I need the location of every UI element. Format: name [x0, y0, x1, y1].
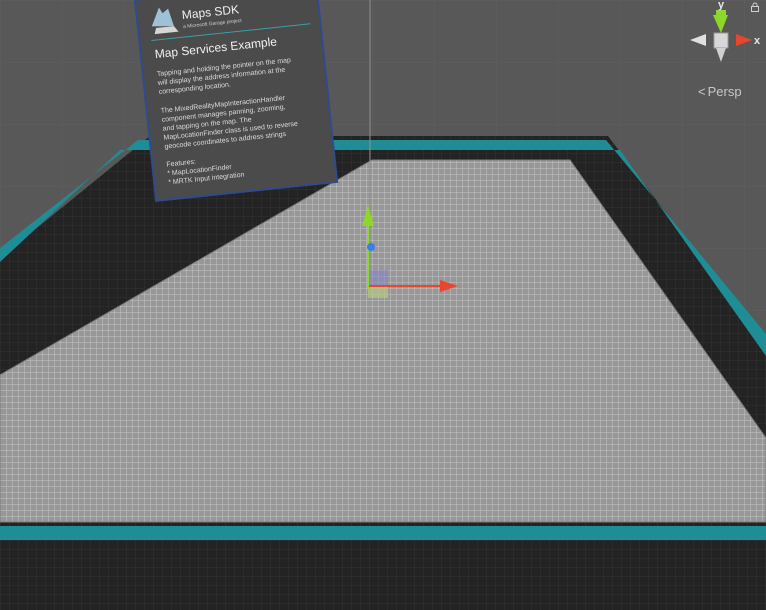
orientation-x-label: x	[754, 35, 761, 47]
projection-toggle[interactable]: < Persp	[698, 82, 758, 100]
scene-viewport[interactable]: y x Maps SDK a Microsoft Garage project …	[0, 0, 766, 610]
gizmo-z-axis[interactable]	[367, 243, 375, 251]
map-border-bottom	[0, 526, 766, 540]
orientation-center-cube[interactable]	[713, 32, 729, 49]
projection-label: Persp	[707, 83, 742, 99]
lock-icon[interactable]	[750, 2, 760, 12]
orientation-y-label: y	[718, 0, 725, 11]
gizmo-plane-handle-xz[interactable]	[368, 286, 388, 298]
info-panel[interactable]: Maps SDK a Microsoft Garage project Map …	[133, 0, 339, 202]
chevron-left-icon: <	[698, 83, 706, 99]
scene-canvas[interactable]: y x Maps SDK a Microsoft Garage project …	[0, 0, 766, 610]
